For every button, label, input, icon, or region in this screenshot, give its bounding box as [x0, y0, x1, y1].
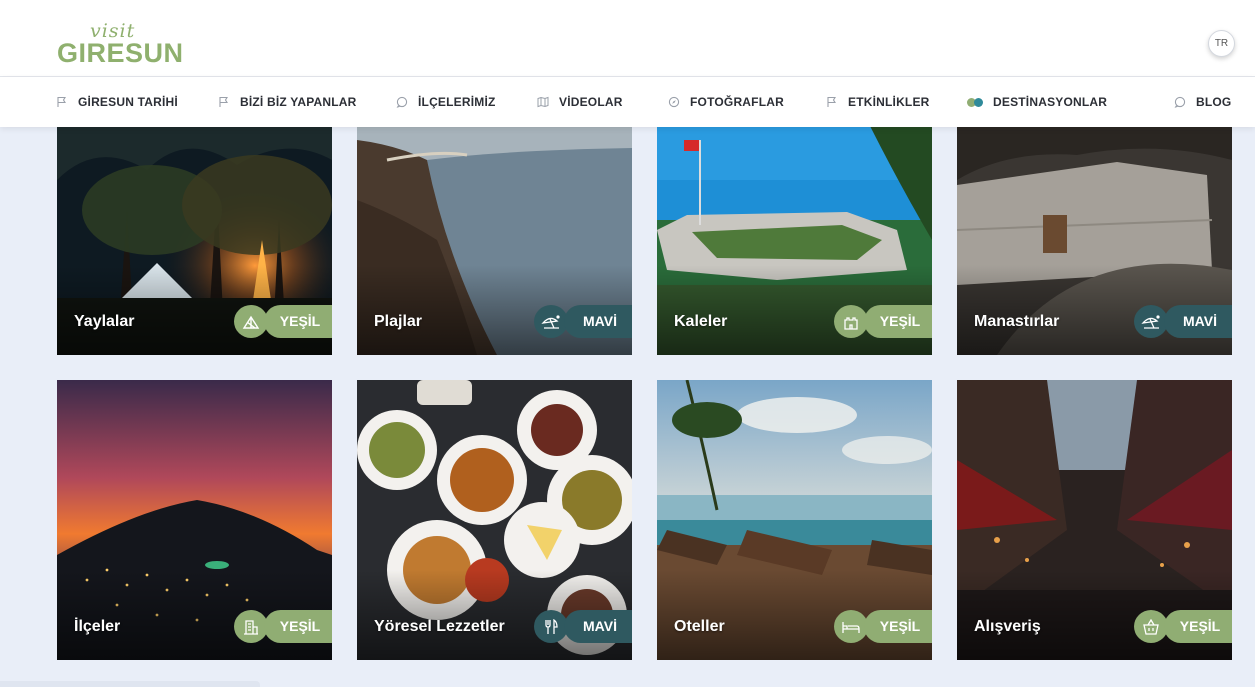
category-badge: YEŞİL [264, 305, 332, 338]
card-title: Alışveriş [974, 618, 1041, 635]
flag-icon [219, 96, 228, 107]
basket-icon [1134, 610, 1168, 643]
card-title: İlçeler [74, 618, 121, 635]
chat-icon [396, 96, 408, 108]
flag-icon [827, 96, 836, 107]
card-title: Plajlar [374, 313, 423, 330]
nav-item-label: İLÇELERİMİZ [418, 95, 496, 109]
bottom-tab-stub [0, 681, 260, 687]
category-card-ilceler[interactable]: İlçeler YEŞİL [57, 380, 332, 660]
card-title: Manastırlar [974, 313, 1060, 330]
card-title: Oteller [674, 618, 725, 635]
map-icon [537, 96, 549, 108]
dots-icon [967, 97, 983, 107]
building-icon [234, 610, 268, 643]
category-badge: YEŞİL [864, 305, 932, 338]
compass-icon [668, 96, 680, 108]
nav-item-label: FOTOĞRAFLAR [690, 95, 784, 109]
category-card-yaylalar[interactable]: Yaylalar YEŞİL [57, 120, 332, 355]
nav-item-label: BİZİ BİZ YAPANLAR [240, 95, 357, 109]
nav-item-destinasyonlar[interactable]: DESTİNASYONLAR [967, 77, 1107, 127]
nav-item-fotograflar[interactable]: FOTOĞRAFLAR [668, 77, 784, 127]
flag-icon [57, 96, 66, 107]
card-title: Kaleler [674, 313, 728, 330]
logo-name: GIRESUN [57, 38, 184, 68]
category-card-alisveris[interactable]: Alışveriş YEŞİL [957, 380, 1232, 660]
category-card-yoresel-lezzetler[interactable]: Yöresel Lezzetler MAVİ [357, 380, 632, 660]
nav-item-label: DESTİNASYONLAR [993, 95, 1108, 109]
category-badge: MAVİ [564, 610, 632, 643]
category-card-manastirlar[interactable]: Manastırlar MAVİ [957, 120, 1232, 355]
cutlery-icon [534, 610, 568, 643]
top-header: visit GIRESUN TR [0, 0, 1255, 77]
card-title: Yöresel Lezzetler [374, 618, 505, 635]
nav-item-label: BLOG [1196, 95, 1232, 109]
camping-icon [234, 305, 268, 338]
nav-item-label: ETKİNLİKLER [848, 95, 930, 109]
castle-icon [834, 305, 868, 338]
language-switch-button[interactable]: TR [1208, 30, 1235, 57]
bed-icon [834, 610, 868, 643]
beach-icon [1134, 305, 1168, 338]
main-navigation: GİRESUN TARİHİ BİZİ BİZ YAPANLAR İLÇELER… [0, 77, 1255, 127]
nav-item-giresun-tarihi[interactable]: GİRESUN TARİHİ [56, 77, 178, 127]
nav-item-label: GİRESUN TARİHİ [78, 95, 178, 109]
nav-item-etkinlikler[interactable]: ETKİNLİKLER [826, 77, 930, 127]
category-badge: YEŞİL [264, 610, 332, 643]
site-logo[interactable]: visit GIRESUN [57, 20, 187, 68]
category-card-oteller[interactable]: Oteller YEŞİL [657, 380, 932, 660]
beach-icon [534, 305, 568, 338]
category-badge: MAVİ [564, 305, 632, 338]
nav-item-bizi-biz-yapanlar[interactable]: BİZİ BİZ YAPANLAR [218, 77, 357, 127]
category-card-kaleler[interactable]: Kaleler YEŞİL [657, 120, 932, 355]
category-badge: YEŞİL [864, 610, 932, 643]
card-title: Yaylalar [74, 313, 135, 330]
nav-item-ilcelerimiz[interactable]: İLÇELERİMİZ [396, 77, 496, 127]
nav-item-blog[interactable]: BLOG [1174, 77, 1231, 127]
category-badge: MAVİ [1164, 305, 1232, 338]
chat-icon [1174, 96, 1186, 108]
nav-item-label: VİDEOLAR [559, 95, 623, 109]
category-badge: YEŞİL [1164, 610, 1232, 643]
nav-item-videolar[interactable]: VİDEOLAR [537, 77, 623, 127]
category-card-plajlar[interactable]: Plajlar MAVİ [357, 120, 632, 355]
